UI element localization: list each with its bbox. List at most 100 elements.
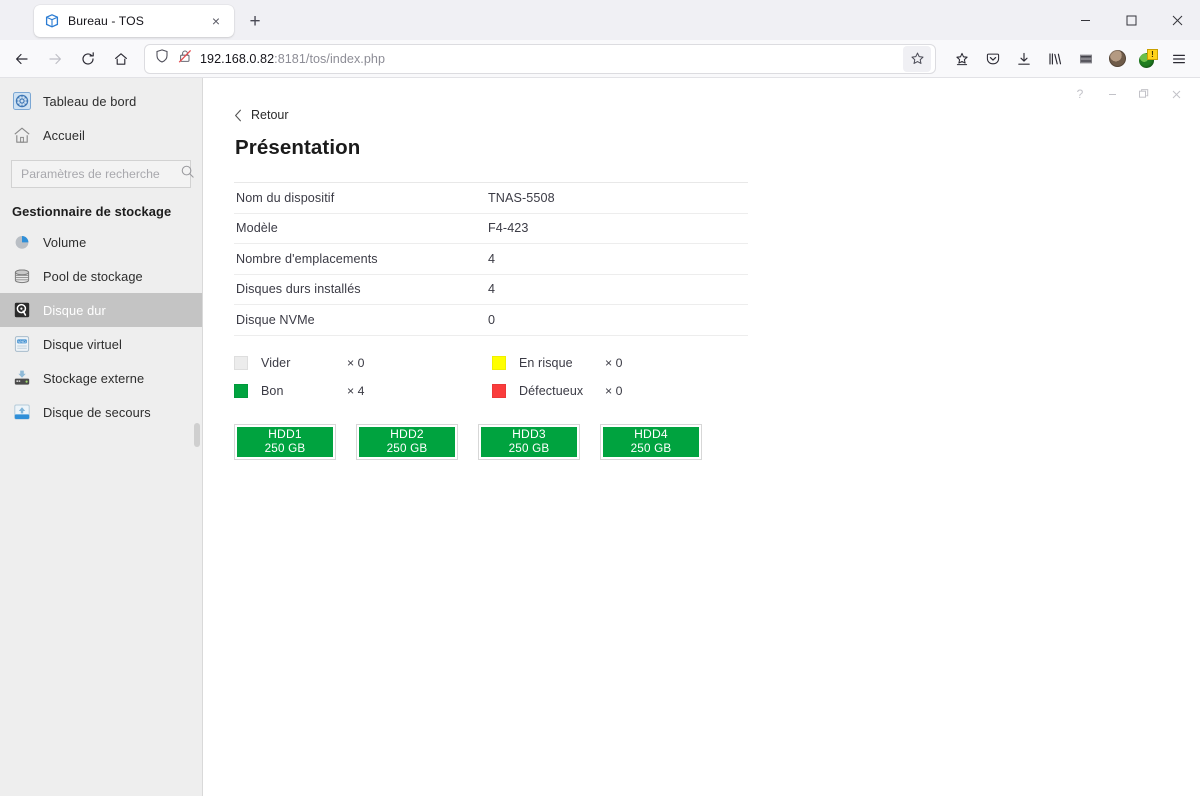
storage-pool-icon [12,266,32,286]
avatar [1108,50,1126,67]
tos-cube-favicon [44,13,60,29]
back-link[interactable]: Retour [234,108,1200,122]
info-value: TNAS-5508 [488,190,555,205]
disk-body: HDD1 250 GB [237,426,333,457]
new-tab-button[interactable]: + [240,6,270,36]
downloads-icon[interactable] [1009,44,1039,74]
legend-item-failed: Défectueux × 0 [492,383,634,398]
status-swatch-at-risk [492,355,506,370]
sidebar-item-dashboard[interactable]: Tableau de bord [0,84,202,118]
tab-strip: Bureau - TOS × + [0,0,270,40]
hard-disk-icon [12,300,32,320]
disk-body: HDD2 250 GB [359,426,455,457]
sidebar-item-spare-disk[interactable]: Disque de secours [0,395,202,429]
forward-icon[interactable] [39,44,71,74]
shield-icon[interactable] [154,48,170,69]
disk-name: HDD2 [390,426,424,441]
sidebar-item-volume[interactable]: Volume [0,225,202,259]
sidebar-item-label: Stockage externe [43,370,145,386]
home-icon[interactable] [105,44,137,74]
sidebar-scrollbar[interactable] [194,423,200,447]
back-icon[interactable] [6,44,38,74]
insecure-lock-icon[interactable] [177,48,193,69]
browser-tab[interactable]: Bureau - TOS × [34,5,234,37]
sidebar-item-label: Volume [43,234,87,250]
disk-size: 250 GB [264,441,306,455]
pane-close-button[interactable] [1160,83,1192,105]
browser-navigation-bar: 192.168.0.82:8181/tos/index.php ! [0,40,1200,78]
sidebar-item-label: Tableau de bord [43,93,137,109]
disk-bay-hdd1[interactable]: HDD1 250 GB [234,423,336,460]
disk-bay-hdd2[interactable]: HDD2 250 GB [356,423,458,460]
disk-size: 250 GB [386,441,428,455]
external-storage-icon [12,368,32,388]
search-input[interactable] [21,167,180,181]
info-value: F4-423 [488,221,529,236]
legend-count: × 0 [605,355,623,370]
search-icon[interactable] [180,164,195,184]
browser-titlebar: Bureau - TOS × + [0,0,1200,40]
legend-label: Bon [261,383,284,398]
info-value: 0 [488,312,496,327]
chevron-left-icon [234,109,242,122]
home-icon [12,125,32,145]
disk-body: HDD3 250 GB [481,426,577,457]
close-icon[interactable]: × [206,11,226,31]
window-controls [1062,0,1200,40]
app-menu-icon[interactable] [1164,44,1194,74]
disk-bay-hdd4[interactable]: HDD4 250 GB [600,423,702,460]
page-viewport: Tableau de bord Accueil Paramètres de re… [0,78,1200,796]
page-title: Présentation [235,136,361,159]
reload-icon[interactable] [72,44,104,74]
sidebar-section-title: Gestionnaire de stockage [12,204,172,219]
sidebar-item-label: Pool de stockage [43,268,143,284]
legend-label: En risque [519,355,573,370]
sidebar-item-home[interactable]: Accueil [0,118,202,152]
pocket-icon[interactable] [978,44,1008,74]
pane-minimize-button[interactable] [1096,83,1128,105]
dashboard-icon [12,91,32,111]
legend-item-good: Bon × 4 [234,383,492,398]
library-icon[interactable] [1040,44,1070,74]
help-button[interactable]: ? [1064,83,1096,105]
legend-item-empty: Vider × 0 [234,355,492,370]
disk-name: HDD4 [634,426,668,441]
window-minimize-button[interactable] [1062,4,1108,36]
url-path: :8181/tos/index.php [274,51,386,66]
extension-globe-icon[interactable]: ! [1133,44,1163,74]
disk-size: 250 GB [630,441,672,455]
legend-count: × 4 [347,383,365,398]
sidebar-item-storage-pool[interactable]: Pool de stockage [0,259,202,293]
sidebar-item-hard-disk[interactable]: Disque dur [0,293,202,327]
legend-label: Défectueux [519,383,584,398]
sidebar-item-virtual-disk[interactable]: VHD Disque virtuel [0,327,202,361]
spare-disk-icon [12,402,32,422]
info-value: 4 [488,282,496,297]
page-content: Retour Présentation Nom du dispositif TN… [203,78,1200,460]
sidebar-item-label: Disque dur [43,302,106,318]
bookmark-star-icon[interactable] [903,45,931,72]
container-tabs-icon[interactable] [1071,44,1101,74]
pane-restore-button[interactable] [1128,83,1160,105]
window-close-button[interactable] [1154,4,1200,36]
tos-main-pane: ? Retour Présentation Nom du dispositif … [203,78,1200,796]
url-host: 192.168.0.82 [200,51,275,66]
info-label: Disque NVMe [236,312,315,327]
table-row: Disque NVMe 0 [234,305,748,336]
sidebar-item-label: Accueil [43,127,85,143]
disk-name: HDD3 [512,426,546,441]
window-maximize-button[interactable] [1108,4,1154,36]
disk-bay-hdd3[interactable]: HDD3 250 GB [478,423,580,460]
account-avatar-icon[interactable] [1102,44,1132,74]
status-swatch-empty [234,355,248,370]
legend-count: × 0 [347,355,365,370]
extension-badge: ! [1147,48,1158,60]
device-info-table: Nom du dispositif TNAS-5508 Modèle F4-42… [234,182,748,336]
sidebar-item-external-storage[interactable]: Stockage externe [0,361,202,395]
url-text[interactable]: 192.168.0.82:8181/tos/index.php [200,52,896,66]
address-bar[interactable]: 192.168.0.82:8181/tos/index.php [144,43,936,74]
save-to-pocket-icon[interactable] [947,44,977,74]
table-row: Nom du dispositif TNAS-5508 [234,183,748,214]
table-row: Nombre d'emplacements 4 [234,244,748,275]
search-box[interactable] [11,160,194,188]
